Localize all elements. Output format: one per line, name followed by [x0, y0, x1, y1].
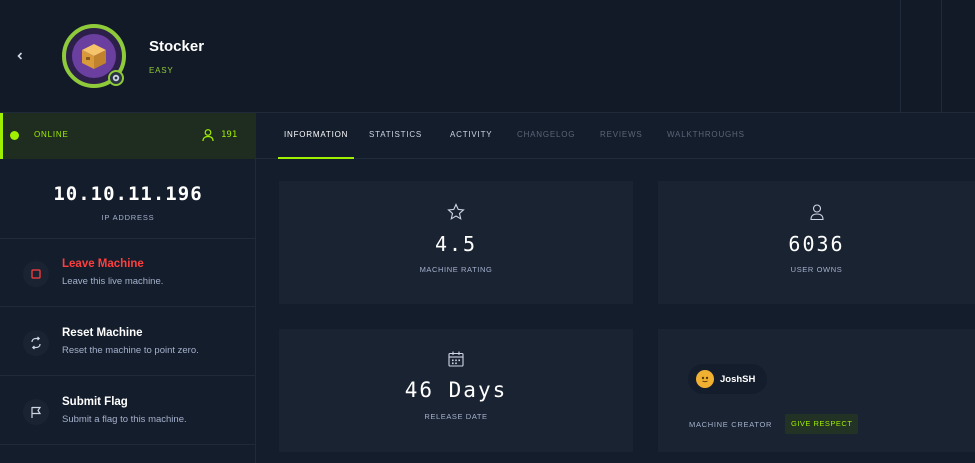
give-respect-button[interactable]: GIVE RESPECT — [785, 414, 859, 434]
machine-sidebar: ONLINE 191 10.10.11.196 IP ADDRESS Leave… — [0, 113, 256, 463]
tab-reviews[interactable]: REVIEWS — [600, 130, 643, 139]
online-status-dot — [10, 131, 19, 140]
status-label: ONLINE — [34, 130, 69, 139]
flag-icon — [23, 399, 49, 425]
submit-flag-title: Submit Flag — [62, 396, 128, 408]
back-chevron-icon[interactable] — [12, 48, 28, 64]
release-date-value: 46 Days — [404, 378, 508, 402]
difficulty-badge: EASY — [149, 66, 174, 75]
header-divider — [900, 0, 901, 113]
os-linux-icon — [108, 70, 124, 86]
leave-machine-title: Leave Machine — [62, 258, 144, 270]
reset-machine-title: Reset Machine — [62, 327, 143, 339]
leave-machine-subtitle: Leave this live machine. — [62, 276, 164, 287]
machine-rating-value: 4.5 — [434, 232, 478, 256]
submit-flag-subtitle: Submit a flag to this machine. — [62, 414, 187, 425]
release-date-label: RELEASE DATE — [424, 412, 488, 421]
user-owns-label: USER OWNS — [790, 265, 843, 274]
ip-address-block[interactable]: 10.10.11.196 IP ADDRESS — [0, 159, 256, 239]
stop-icon — [23, 261, 49, 287]
machine-rating-card: 4.5 MACHINE RATING — [279, 181, 633, 304]
machine-header: Stocker EASY — [0, 0, 975, 113]
machine-rating-label: MACHINE RATING — [419, 265, 493, 274]
submit-flag-button[interactable]: Submit Flag Submit a flag to this machin… — [0, 377, 256, 445]
machine-page: Stocker EASY ONLINE 191 10.10.11.196 IP … — [0, 0, 975, 463]
users-icon — [202, 129, 214, 142]
user-owns-card: 6036 USER OWNS — [658, 181, 975, 304]
machine-name: Stocker — [149, 38, 205, 55]
tab-statistics[interactable]: STATISTICS — [369, 130, 422, 139]
release-date-card: 46 Days RELEASE DATE — [279, 329, 633, 452]
creator-profile-chip[interactable]: JoshSH — [688, 364, 768, 394]
machine-tabs: INFORMATION STATISTICS ACTIVITY CHANGELO… — [256, 113, 975, 159]
creator-avatar — [696, 370, 714, 388]
tab-changelog[interactable]: CHANGELOG — [517, 130, 575, 139]
reset-machine-button[interactable]: Reset Machine Reset the machine to point… — [0, 308, 256, 376]
tab-activity[interactable]: ACTIVITY — [450, 130, 492, 139]
machine-creator-label: MACHINE CREATOR — [689, 420, 773, 429]
users-count: 191 — [221, 130, 238, 140]
calendar-icon — [279, 350, 633, 368]
reset-machine-subtitle: Reset the machine to point zero. — [62, 345, 199, 356]
leave-machine-button[interactable]: Leave Machine Leave this live machine. — [0, 239, 256, 307]
status-bar: ONLINE 191 — [0, 113, 256, 159]
machine-avatar — [62, 24, 126, 88]
creator-name: JoshSH — [720, 373, 756, 385]
user-icon — [658, 203, 975, 221]
machine-creator-card: JoshSH MACHINE CREATOR GIVE RESPECT — [658, 329, 975, 452]
tab-information[interactable]: INFORMATION — [284, 130, 348, 139]
ip-address-label: IP ADDRESS — [101, 213, 155, 222]
tab-walkthroughs[interactable]: WALKTHROUGHS — [667, 130, 745, 139]
header-divider — [941, 0, 942, 113]
star-icon — [279, 203, 633, 221]
ip-address[interactable]: 10.10.11.196 — [0, 183, 256, 205]
user-owns-value: 6036 — [788, 232, 845, 256]
active-tab-indicator — [278, 157, 354, 159]
reset-arrows-icon — [23, 330, 49, 356]
